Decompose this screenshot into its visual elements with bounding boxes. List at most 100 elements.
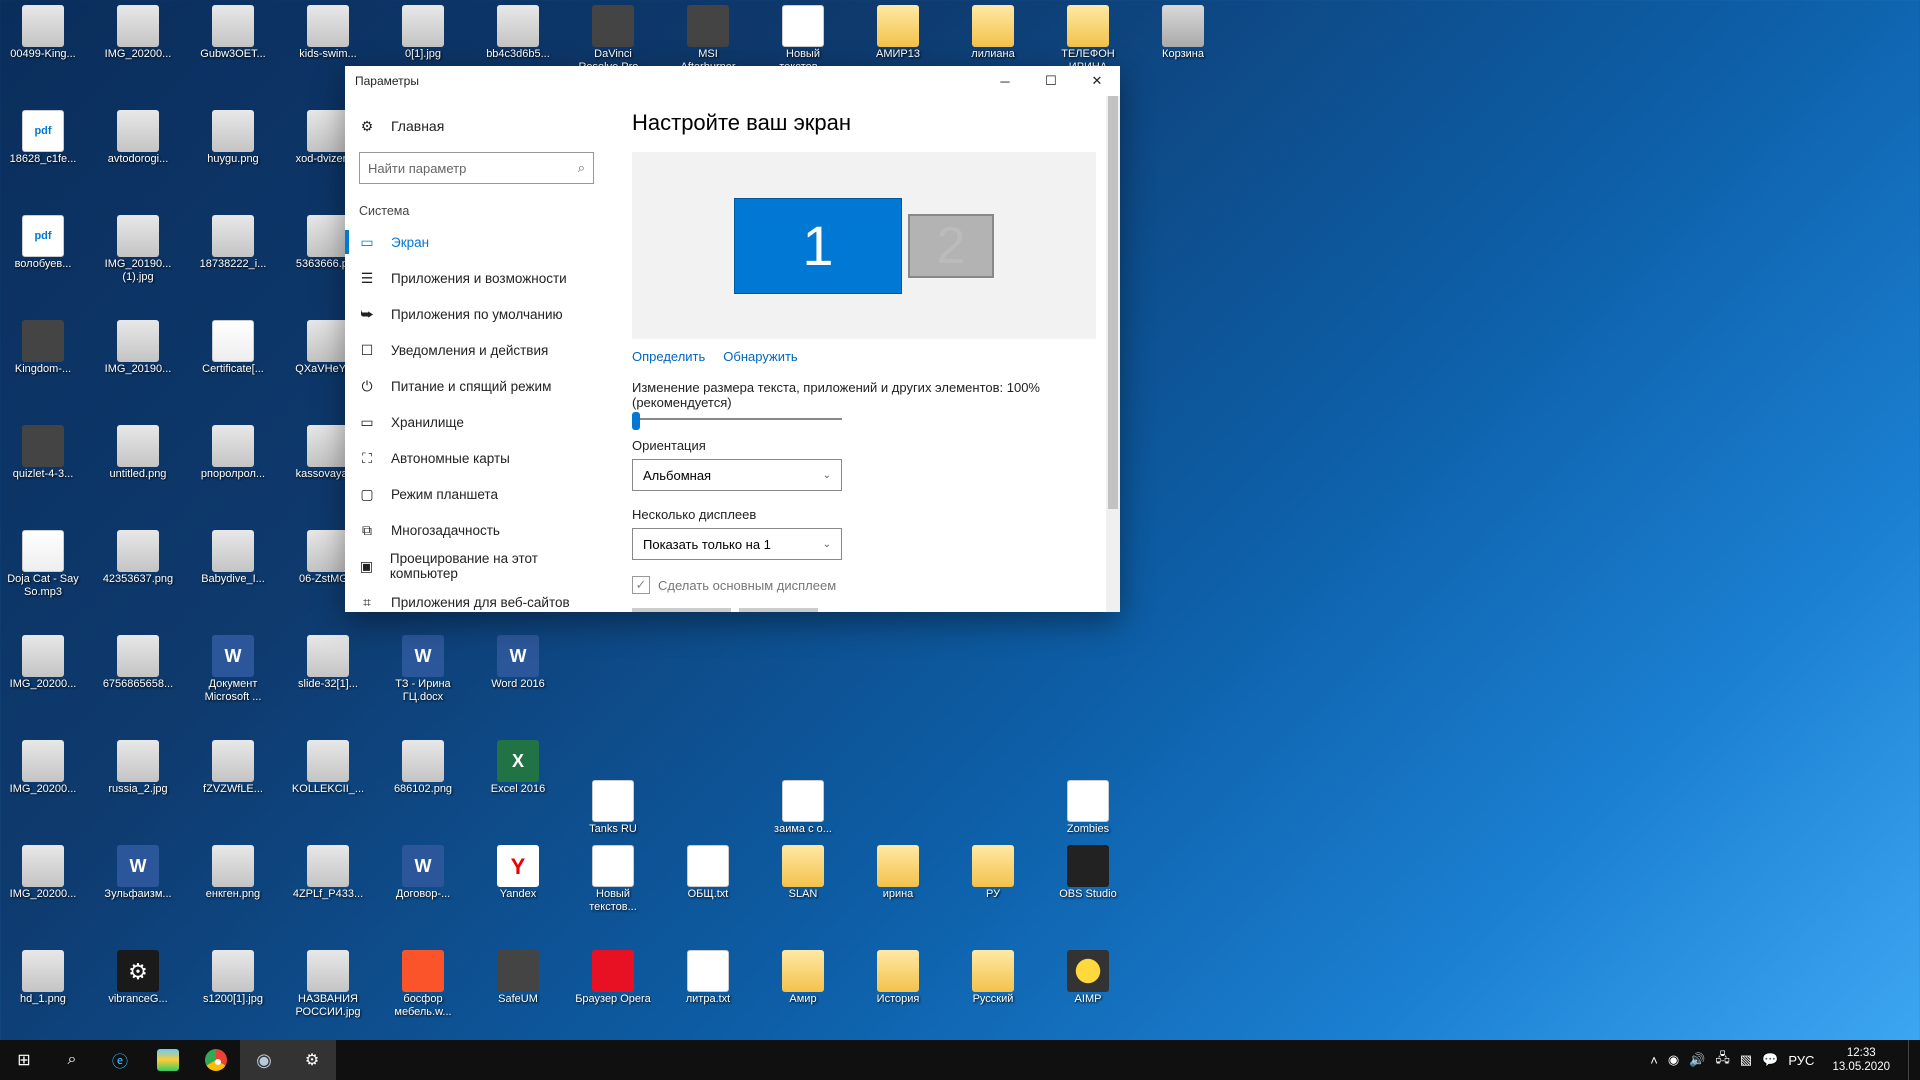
sidebar-item-10[interactable]: ⌗Приложения для веб-сайтов bbox=[345, 584, 608, 612]
desktop-icon[interactable]: SLAN bbox=[765, 845, 841, 901]
desktop-icon[interactable]: Zombies bbox=[1050, 780, 1126, 836]
desktop-icon[interactable]: ТЕЛЕФОН ИРИНА bbox=[1050, 5, 1126, 74]
desktop-icon[interactable]: SafeUM bbox=[480, 950, 556, 1006]
desktop-icon[interactable]: slide-32[1]... bbox=[290, 635, 366, 691]
scale-slider[interactable] bbox=[632, 418, 842, 420]
desktop-icon[interactable]: 42353637.png bbox=[100, 530, 176, 586]
desktop-icon[interactable]: russia_2.jpg bbox=[100, 740, 176, 796]
taskbar-settings[interactable]: ⚙ bbox=[288, 1040, 336, 1080]
sidebar-item-6[interactable]: ⛶Автономные карты bbox=[345, 440, 608, 476]
desktop-icon[interactable]: quizlet-4-3... bbox=[5, 425, 81, 481]
close-button[interactable]: ✕ bbox=[1074, 66, 1120, 96]
desktop-icon[interactable]: рпоролрол... bbox=[195, 425, 271, 481]
desktop-icon[interactable]: WWord 2016 bbox=[480, 635, 556, 691]
desktop-icon[interactable]: босфор мебель.w... bbox=[385, 950, 461, 1019]
desktop-icon[interactable]: DaVinci Resolve Pro... bbox=[575, 5, 651, 74]
sidebar-item-5[interactable]: ▭Хранилище bbox=[345, 404, 608, 440]
sidebar-item-0[interactable]: ▭Экран bbox=[345, 224, 608, 260]
desktop-icon[interactable]: АМИР13 bbox=[860, 5, 936, 61]
desktop-icon[interactable]: XExcel 2016 bbox=[480, 740, 556, 796]
desktop-icon[interactable]: НАЗВАНИЯ РОССИИ.jpg bbox=[290, 950, 366, 1019]
desktop-icon[interactable]: заима с о... bbox=[765, 780, 841, 836]
desktop-icon[interactable]: WДокумент Microsoft ... bbox=[195, 635, 271, 704]
desktop-icon[interactable]: 6756865658... bbox=[100, 635, 176, 691]
desktop-icon[interactable]: hd_1.png bbox=[5, 950, 81, 1006]
desktop-icon[interactable]: Амир bbox=[765, 950, 841, 1006]
desktop-icon[interactable]: РУ bbox=[955, 845, 1031, 901]
slider-thumb[interactable] bbox=[632, 412, 640, 430]
monitor-2[interactable]: 2 bbox=[908, 214, 994, 278]
desktop-icon[interactable]: ⚙vibranceG... bbox=[100, 950, 176, 1006]
desktop-icon[interactable]: лилиана bbox=[955, 5, 1031, 61]
desktop-icon[interactable]: енкген.png bbox=[195, 845, 271, 901]
sidebar-item-4[interactable]: ⏻Питание и спящий режим bbox=[345, 368, 608, 404]
desktop-icon[interactable]: IMG_20200... bbox=[5, 635, 81, 691]
sidebar-item-3[interactable]: ☐Уведомления и действия bbox=[345, 332, 608, 368]
desktop-icon[interactable]: MSI Afterburner bbox=[670, 5, 746, 74]
desktop-icon[interactable]: Корзина bbox=[1145, 5, 1221, 61]
desktop-icon[interactable]: 18738222_i... bbox=[195, 215, 271, 271]
desktop-icon[interactable]: WТЗ - Ирина ГЦ.docx bbox=[385, 635, 461, 704]
desktop-icon[interactable]: литра.txt bbox=[670, 950, 746, 1006]
desktop-icon[interactable]: Tanks RU bbox=[575, 780, 651, 836]
desktop-icon[interactable]: Doja Cat - Say So.mp3 bbox=[5, 530, 81, 599]
desktop-icon[interactable]: IMG_20190... bbox=[100, 320, 176, 376]
start-button[interactable]: ⊞ bbox=[0, 1040, 48, 1080]
desktop-icon[interactable]: 686102.png bbox=[385, 740, 461, 796]
desktop-icon[interactable]: ОБЩ.txt bbox=[670, 845, 746, 901]
desktop-icon[interactable]: untitled.png bbox=[100, 425, 176, 481]
tray-chevron-up-icon[interactable]: ˄ bbox=[1650, 1053, 1658, 1068]
sidebar-item-1[interactable]: ☰Приложения и возможности bbox=[345, 260, 608, 296]
maximize-button[interactable]: ☐ bbox=[1028, 66, 1074, 96]
tray-action-center-icon[interactable]: 💬 bbox=[1762, 1052, 1778, 1068]
taskbar-edge[interactable]: ⓔ bbox=[96, 1040, 144, 1080]
scrollbar-thumb[interactable] bbox=[1108, 96, 1118, 509]
tray-volume-icon[interactable]: 🔊 bbox=[1689, 1052, 1705, 1068]
sidebar-home[interactable]: ⚙ Главная bbox=[345, 106, 608, 146]
desktop-icon[interactable]: pdfволобуев... bbox=[5, 215, 81, 271]
desktop-icon[interactable]: IMG_20190... (1).jpg bbox=[100, 215, 176, 284]
desktop-icon[interactable]: Новый текстов... bbox=[765, 5, 841, 74]
desktop-icon[interactable]: fZVZWfLE... bbox=[195, 740, 271, 796]
desktop-icon[interactable]: pdf18628_c1fe... bbox=[5, 110, 81, 166]
desktop-icon[interactable]: Babydive_I... bbox=[195, 530, 271, 586]
sidebar-item-9[interactable]: ▣Проецирование на этот компьютер bbox=[345, 548, 608, 584]
desktop-icon[interactable]: WДоговор-... bbox=[385, 845, 461, 901]
tray-language[interactable]: РУС bbox=[1788, 1053, 1814, 1068]
desktop-icon[interactable]: AIMP bbox=[1050, 950, 1126, 1006]
desktop-icon[interactable]: 00499-King... bbox=[5, 5, 81, 61]
sidebar-item-7[interactable]: ▢Режим планшета bbox=[345, 476, 608, 512]
link-identify[interactable]: Определить bbox=[632, 349, 705, 364]
desktop-icon[interactable]: Русский bbox=[955, 950, 1031, 1006]
desktop-icon[interactable]: avtodorogi... bbox=[100, 110, 176, 166]
desktop-icon[interactable]: bb4c3d6b5... bbox=[480, 5, 556, 61]
tray-network-icon[interactable]: 🖧 bbox=[1715, 1049, 1730, 1071]
desktop-icon[interactable]: s1200[1].jpg bbox=[195, 950, 271, 1006]
search-button[interactable]: ⌕ bbox=[48, 1040, 96, 1080]
desktop-icon[interactable]: huygu.png bbox=[195, 110, 271, 166]
desktop-icon[interactable]: IMG_20200... bbox=[5, 740, 81, 796]
desktop-icon[interactable]: ирина bbox=[860, 845, 936, 901]
desktop-icon[interactable]: 0[1].jpg bbox=[385, 5, 461, 61]
desktop-icon[interactable]: OBS Studio bbox=[1050, 845, 1126, 901]
desktop-icon[interactable]: Браузер Opera bbox=[575, 950, 651, 1006]
tray-clock[interactable]: 12:33 13.05.2020 bbox=[1824, 1046, 1898, 1074]
monitor-1[interactable]: 1 bbox=[734, 198, 902, 294]
tray-steam-icon[interactable]: ◉ bbox=[1668, 1052, 1679, 1068]
desktop-icon[interactable]: WЗульфаизм... bbox=[100, 845, 176, 901]
desktop-icon[interactable]: 4ZPLf_P433... bbox=[290, 845, 366, 901]
desktop-icon[interactable]: История bbox=[860, 950, 936, 1006]
minimize-button[interactable]: ─ bbox=[982, 66, 1028, 96]
link-detect[interactable]: Обнаружить bbox=[723, 349, 797, 364]
content-scrollbar[interactable] bbox=[1106, 96, 1120, 612]
desktop-icon[interactable]: IMG_20200... bbox=[5, 845, 81, 901]
desktop-icon[interactable]: Kingdom-... bbox=[5, 320, 81, 376]
taskbar-chrome[interactable] bbox=[192, 1040, 240, 1080]
multi-display-dropdown[interactable]: Показать только на 1 ⌄ bbox=[632, 528, 842, 560]
titlebar[interactable]: Параметры ─ ☐ ✕ bbox=[345, 66, 1120, 96]
desktop-icon[interactable]: YYandex bbox=[480, 845, 556, 901]
show-desktop-button[interactable] bbox=[1908, 1040, 1914, 1080]
orientation-dropdown[interactable]: Альбомная ⌄ bbox=[632, 459, 842, 491]
taskbar-steam[interactable]: ◉ bbox=[240, 1040, 288, 1080]
desktop-icon[interactable]: Видео bbox=[1905, 5, 1920, 61]
